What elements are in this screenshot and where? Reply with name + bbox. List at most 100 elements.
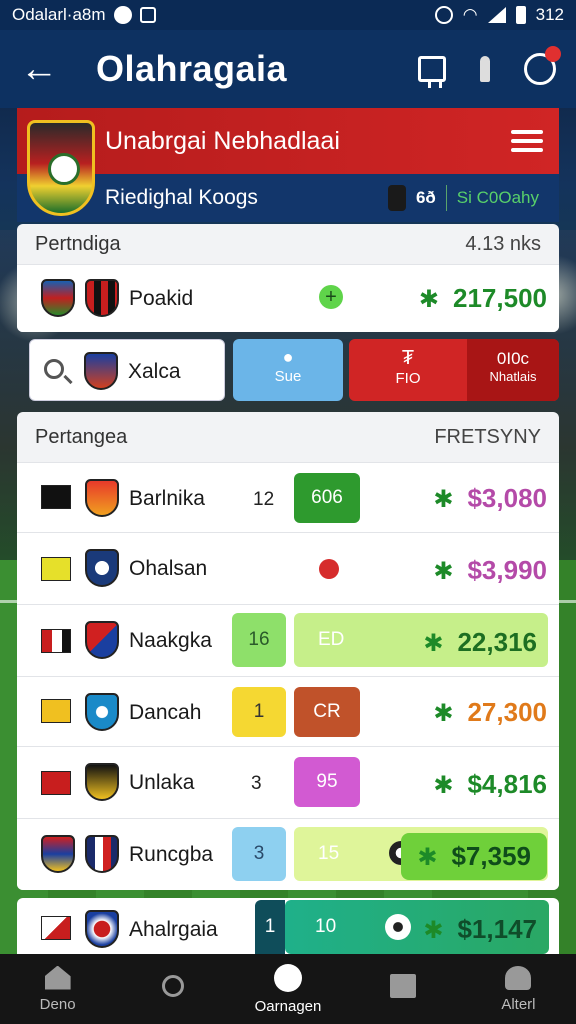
team-amount: ✱ $1,147 (423, 914, 537, 944)
bottom-navigation: Deno Oarnagen Alterl (0, 954, 576, 1024)
team-crest-icon (85, 279, 119, 317)
table-row[interactable]: Naakgka 16 ED ✱ 22,316 (17, 604, 559, 676)
app-bar: ← Olahragaia (0, 30, 576, 108)
shield-icon (113, 6, 132, 24)
star-icon: ✱ (418, 286, 440, 313)
team-rank: 12 (253, 489, 275, 510)
team-amount: ✱ 217,500 (418, 283, 547, 313)
star-icon: ✱ (433, 700, 454, 727)
club-stat-number: 6ð (415, 188, 436, 207)
sue-button[interactable]: ● Sue (233, 339, 343, 401)
star-icon: ✱ (433, 772, 454, 799)
pin-icon: ● (282, 347, 294, 367)
odds-right-top: 0I0c (496, 349, 530, 368)
ball-icon (274, 963, 302, 992)
signal-icon (487, 7, 506, 23)
live-indicator-icon (319, 559, 339, 579)
search-icon (161, 975, 184, 997)
score-chip[interactable]: CR (294, 687, 360, 737)
search-input[interactable]: Xalca (29, 339, 225, 401)
team-crest-icon (85, 549, 119, 587)
football-icon (385, 914, 411, 940)
home-icon (44, 965, 71, 990)
nav-item-matches[interactable]: Oarnagen (230, 954, 345, 1024)
table-row[interactable]: Unlaka 3 95 ✱ $4,816 (17, 746, 559, 818)
odds-label: FIO (395, 370, 421, 387)
team-crest-icon (85, 479, 119, 517)
club-name: Unabrgai Nebhadlaai (105, 126, 340, 155)
team-amount: ✱ $7,359 (401, 833, 547, 880)
photo-icon (139, 7, 156, 23)
team-amount: ✱ $3,990 (433, 555, 547, 585)
rank-chip[interactable]: 1 (232, 687, 286, 737)
star-icon: ✱ (433, 558, 454, 585)
team-name: Naakgka (129, 629, 212, 652)
panel-meta: FRETSYNY (434, 425, 541, 448)
flag-icon (41, 699, 71, 723)
rank-chip[interactable]: 3 (232, 827, 286, 881)
status-bar: Odalarl·a8m ◠ 312 (0, 0, 576, 30)
table-row[interactable]: Barlnika 12 606 ✱ $3,080 (17, 462, 559, 532)
team-crest-icon (41, 279, 75, 317)
app-title: Olahragaia (96, 48, 288, 89)
star-icon: ✱ (423, 917, 444, 944)
wifi-icon: ◠ (462, 5, 478, 24)
table-row[interactable]: Dancah 1 CR ✱ 27,300 (17, 676, 559, 746)
star-icon: ✱ (433, 486, 454, 513)
search-team-name: Xalca (128, 360, 181, 383)
score-chip[interactable]: 95 (294, 757, 360, 807)
phone-icon (387, 185, 406, 211)
odds-button[interactable]: ₮ FIO 0I0c Nhatlais (349, 339, 559, 401)
team-crest-icon (41, 835, 75, 873)
panel-meta: 4.13 nks (465, 232, 541, 255)
team-crest-icon (85, 763, 119, 801)
battery-icon (515, 6, 526, 24)
notification-badge (545, 46, 561, 62)
table-row[interactable]: Ohalsan ✱ $3,990 (17, 532, 559, 604)
nav-item-home[interactable]: Deno (0, 954, 115, 1024)
hamburger-menu-icon[interactable] (511, 125, 543, 157)
odds-right-bottom: Nhatlais (489, 369, 537, 384)
microphone-icon[interactable] (480, 56, 490, 82)
flag-icon (41, 916, 71, 940)
team-crest-icon (85, 835, 119, 873)
team-name: Unlaka (129, 771, 195, 794)
team-name: Barlnika (129, 487, 205, 510)
team-amount: ✱ 22,316 (423, 627, 537, 657)
featured-panel: Pertndiga 4.13 nks Poakid + ✱ 217,500 (17, 224, 559, 332)
search-icon (44, 359, 64, 379)
team-amount: ✱ $4,816 (433, 769, 547, 799)
back-arrow-icon[interactable]: ← (20, 50, 60, 88)
team-amount: ✱ $3,080 (433, 483, 547, 513)
team-crest-icon (85, 621, 119, 659)
flag-icon (41, 557, 71, 581)
search-row: Xalca ● Sue ₮ FIO 0I0c Nhatlais (17, 334, 559, 406)
rank-chip[interactable]: 16 (232, 613, 286, 667)
flag-icon (41, 629, 71, 653)
sue-button-label: Sue (274, 368, 302, 385)
team-rank: 3 (251, 773, 262, 794)
list-item[interactable]: Poakid + ✱ 217,500 (17, 264, 559, 332)
tv-icon[interactable] (418, 56, 446, 88)
list-item[interactable]: Ahalrgaia 1 10 ✱ $1,147 (17, 898, 559, 954)
table-row[interactable]: Runcgba 3 15 ✱ $7,359 (17, 818, 559, 890)
rankings-panel: Pertangea FRETSYNY Barlnika 12 606 ✱ $3,0… (17, 412, 559, 890)
alarm-icon (434, 6, 453, 24)
nav-item-book[interactable] (346, 954, 461, 1024)
add-icon[interactable]: + (319, 285, 343, 309)
notification-ball-icon[interactable] (524, 46, 561, 85)
nav-item-search[interactable] (115, 954, 230, 1024)
team-name: Poakid (129, 287, 194, 310)
club-crest-logo (27, 120, 95, 216)
rank-chip[interactable]: 1 (255, 900, 285, 954)
team-crest-icon (84, 352, 118, 390)
nav-item-profile[interactable]: Alterl (461, 954, 576, 1024)
star-icon: ✱ (423, 630, 444, 657)
panel-title: Pertangea (35, 425, 128, 448)
team-name: Runcgba (129, 843, 214, 866)
book-icon (390, 974, 417, 998)
user-icon (505, 965, 532, 990)
status-bar-time: 312 (535, 5, 564, 24)
score-chip[interactable]: 606 (294, 473, 360, 523)
team-name: Ohalsan (129, 557, 208, 580)
